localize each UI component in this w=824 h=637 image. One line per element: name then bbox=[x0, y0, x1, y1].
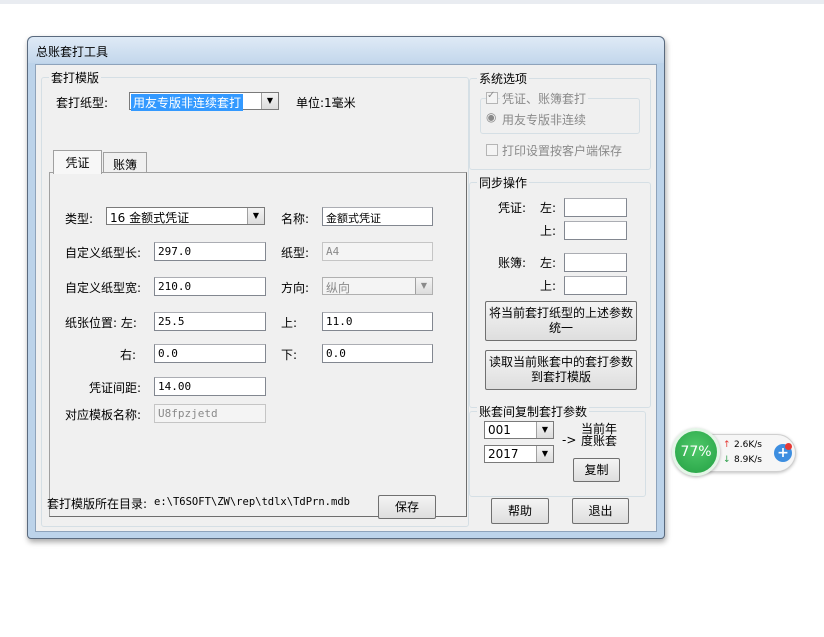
direction-label: 方向: bbox=[281, 281, 310, 295]
chevron-down-icon[interactable]: ▼ bbox=[536, 422, 553, 438]
bottom-field[interactable]: 0.0 bbox=[322, 344, 433, 363]
bottom-label: 下: bbox=[281, 348, 298, 362]
system-options-legend: 系统选项 bbox=[477, 70, 530, 87]
usage-percent-circle[interactable]: 77% bbox=[672, 428, 720, 476]
template-name-label: 对应模板名称: bbox=[65, 408, 142, 422]
direction-value: 纵向 bbox=[326, 281, 351, 295]
read-params-button[interactable]: 读取当前账套中的套打参数到套打模版 bbox=[485, 350, 637, 390]
voucher-tab-panel: 类型: 16 金额式凭证 ▼ 名称: 金额式凭证 自定义纸型长: 297.0 纸… bbox=[49, 172, 467, 517]
custom-width-label: 自定义纸型宽: bbox=[65, 281, 142, 295]
download-arrow-icon: ↓ bbox=[723, 455, 731, 465]
check-icon: ✓ bbox=[487, 90, 496, 101]
target-account-text: 当前年度账套 bbox=[581, 422, 618, 448]
unify-params-button[interactable]: 将当前套打纸型的上述参数统一 bbox=[485, 301, 637, 341]
year-select[interactable]: 2017 ▼ bbox=[484, 445, 554, 463]
voucher-left-field[interactable] bbox=[564, 198, 627, 217]
copy-params-legend: 账套间复制套打参数 bbox=[477, 403, 590, 420]
right-field[interactable]: 0.0 bbox=[154, 344, 266, 363]
ledger-left-field[interactable] bbox=[564, 253, 627, 272]
template-name-field: U8fpzjetd bbox=[154, 404, 266, 423]
ledger-top-label: 上: bbox=[540, 279, 557, 293]
paper-label: 纸型: bbox=[281, 246, 310, 260]
type-label: 类型: bbox=[65, 212, 94, 226]
radio-selected-icon: ◉ bbox=[486, 110, 497, 124]
sync-legend: 同步操作 bbox=[477, 174, 530, 191]
help-button[interactable]: 帮助 bbox=[491, 498, 549, 524]
background-strip bbox=[0, 0, 824, 4]
paper-type-value: 用友专版非连续套打 bbox=[131, 94, 244, 111]
chevron-down-icon[interactable]: ▼ bbox=[247, 208, 264, 224]
voucher-left-label: 左: bbox=[540, 201, 557, 215]
template-group-legend: 套打模版 bbox=[49, 69, 102, 86]
voucher-ledger-check-label: 凭证、账簿套打 bbox=[500, 90, 589, 107]
right-label: 右: bbox=[120, 348, 137, 362]
left-field[interactable]: 25.5 bbox=[154, 312, 266, 331]
print-settings-label: 打印设置按客户端保存 bbox=[502, 144, 623, 158]
voucher-top-field[interactable] bbox=[564, 221, 627, 240]
ledger-sync-label: 账簿: bbox=[498, 256, 527, 270]
custom-length-label: 自定义纸型长: bbox=[65, 246, 142, 260]
name-field[interactable]: 金额式凭证 bbox=[322, 207, 433, 226]
top-field[interactable]: 11.0 bbox=[322, 312, 433, 331]
account-select[interactable]: 001 ▼ bbox=[484, 421, 554, 439]
name-label: 名称: bbox=[281, 212, 310, 226]
paper-type-select[interactable]: 用友专版非连续套打 ▼ bbox=[129, 92, 279, 111]
type-value: 16 金额式凭证 bbox=[110, 211, 190, 225]
custom-length-field[interactable]: 297.0 bbox=[154, 242, 266, 261]
yonyou-radio-label: 用友专版非连续 bbox=[502, 113, 587, 127]
arrow-text: -> bbox=[562, 433, 577, 447]
ledger-left-label: 左: bbox=[540, 256, 557, 270]
ledger-top-field[interactable] bbox=[564, 276, 627, 295]
voucher-sync-label: 凭证: bbox=[498, 201, 527, 215]
window-title: 总账套打工具 bbox=[36, 45, 109, 59]
type-select[interactable]: 16 金额式凭证 ▼ bbox=[106, 207, 265, 225]
account-value: 001 bbox=[488, 423, 511, 437]
dir-label: 套打模版所在目录: bbox=[47, 497, 148, 511]
tab-ledger-label: 账簿 bbox=[112, 158, 137, 172]
dialog-window: 总账套打工具 套打模版 套打纸型: 用友专版非连续套打 ▼ 单位:1毫米 凭证 … bbox=[27, 36, 665, 539]
paper-field: A4 bbox=[322, 242, 433, 261]
title-bar[interactable]: 总账套打工具 bbox=[28, 37, 664, 63]
chevron-down-icon: ▼ bbox=[415, 278, 432, 294]
print-settings-checkbox bbox=[486, 144, 498, 156]
exit-button[interactable]: 退出 bbox=[572, 498, 629, 524]
save-button[interactable]: 保存 bbox=[378, 495, 436, 519]
upload-speed: 2.6K/s bbox=[734, 440, 762, 450]
dialog-client: 套打模版 套打纸型: 用友专版非连续套打 ▼ 单位:1毫米 凭证 账簿 类型: … bbox=[35, 64, 657, 532]
download-speed: 8.9K/s bbox=[734, 455, 762, 465]
custom-width-field[interactable]: 210.0 bbox=[154, 277, 266, 296]
top-label: 上: bbox=[281, 316, 298, 330]
spacing-label: 凭证间距: bbox=[89, 381, 142, 395]
spacing-field[interactable]: 14.00 bbox=[154, 377, 266, 396]
unit-label: 单位:1毫米 bbox=[296, 96, 356, 110]
chevron-down-icon[interactable]: ▼ bbox=[536, 446, 553, 462]
tab-ledger[interactable]: 账簿 bbox=[103, 152, 147, 174]
paper-type-label: 套打纸型: bbox=[56, 96, 109, 110]
chevron-down-icon[interactable]: ▼ bbox=[261, 93, 278, 109]
tab-voucher-label: 凭证 bbox=[65, 156, 90, 170]
dir-path: e:\T6SOFT\ZW\rep\tdlx\TdPrn.mdb bbox=[154, 496, 350, 508]
voucher-top-label: 上: bbox=[540, 224, 557, 238]
notification-dot-icon bbox=[785, 443, 792, 450]
position-label: 纸张位置: 左: bbox=[65, 316, 137, 330]
upload-arrow-icon: ↑ bbox=[723, 440, 731, 450]
copy-button[interactable]: 复制 bbox=[573, 458, 620, 482]
year-value: 2017 bbox=[488, 447, 519, 461]
direction-select: 纵向 ▼ bbox=[322, 277, 433, 295]
tab-voucher[interactable]: 凭证 bbox=[53, 150, 102, 174]
network-speed-widget[interactable]: ↑ 2.6K/s ↓ 8.9K/s 77% + bbox=[672, 428, 799, 477]
